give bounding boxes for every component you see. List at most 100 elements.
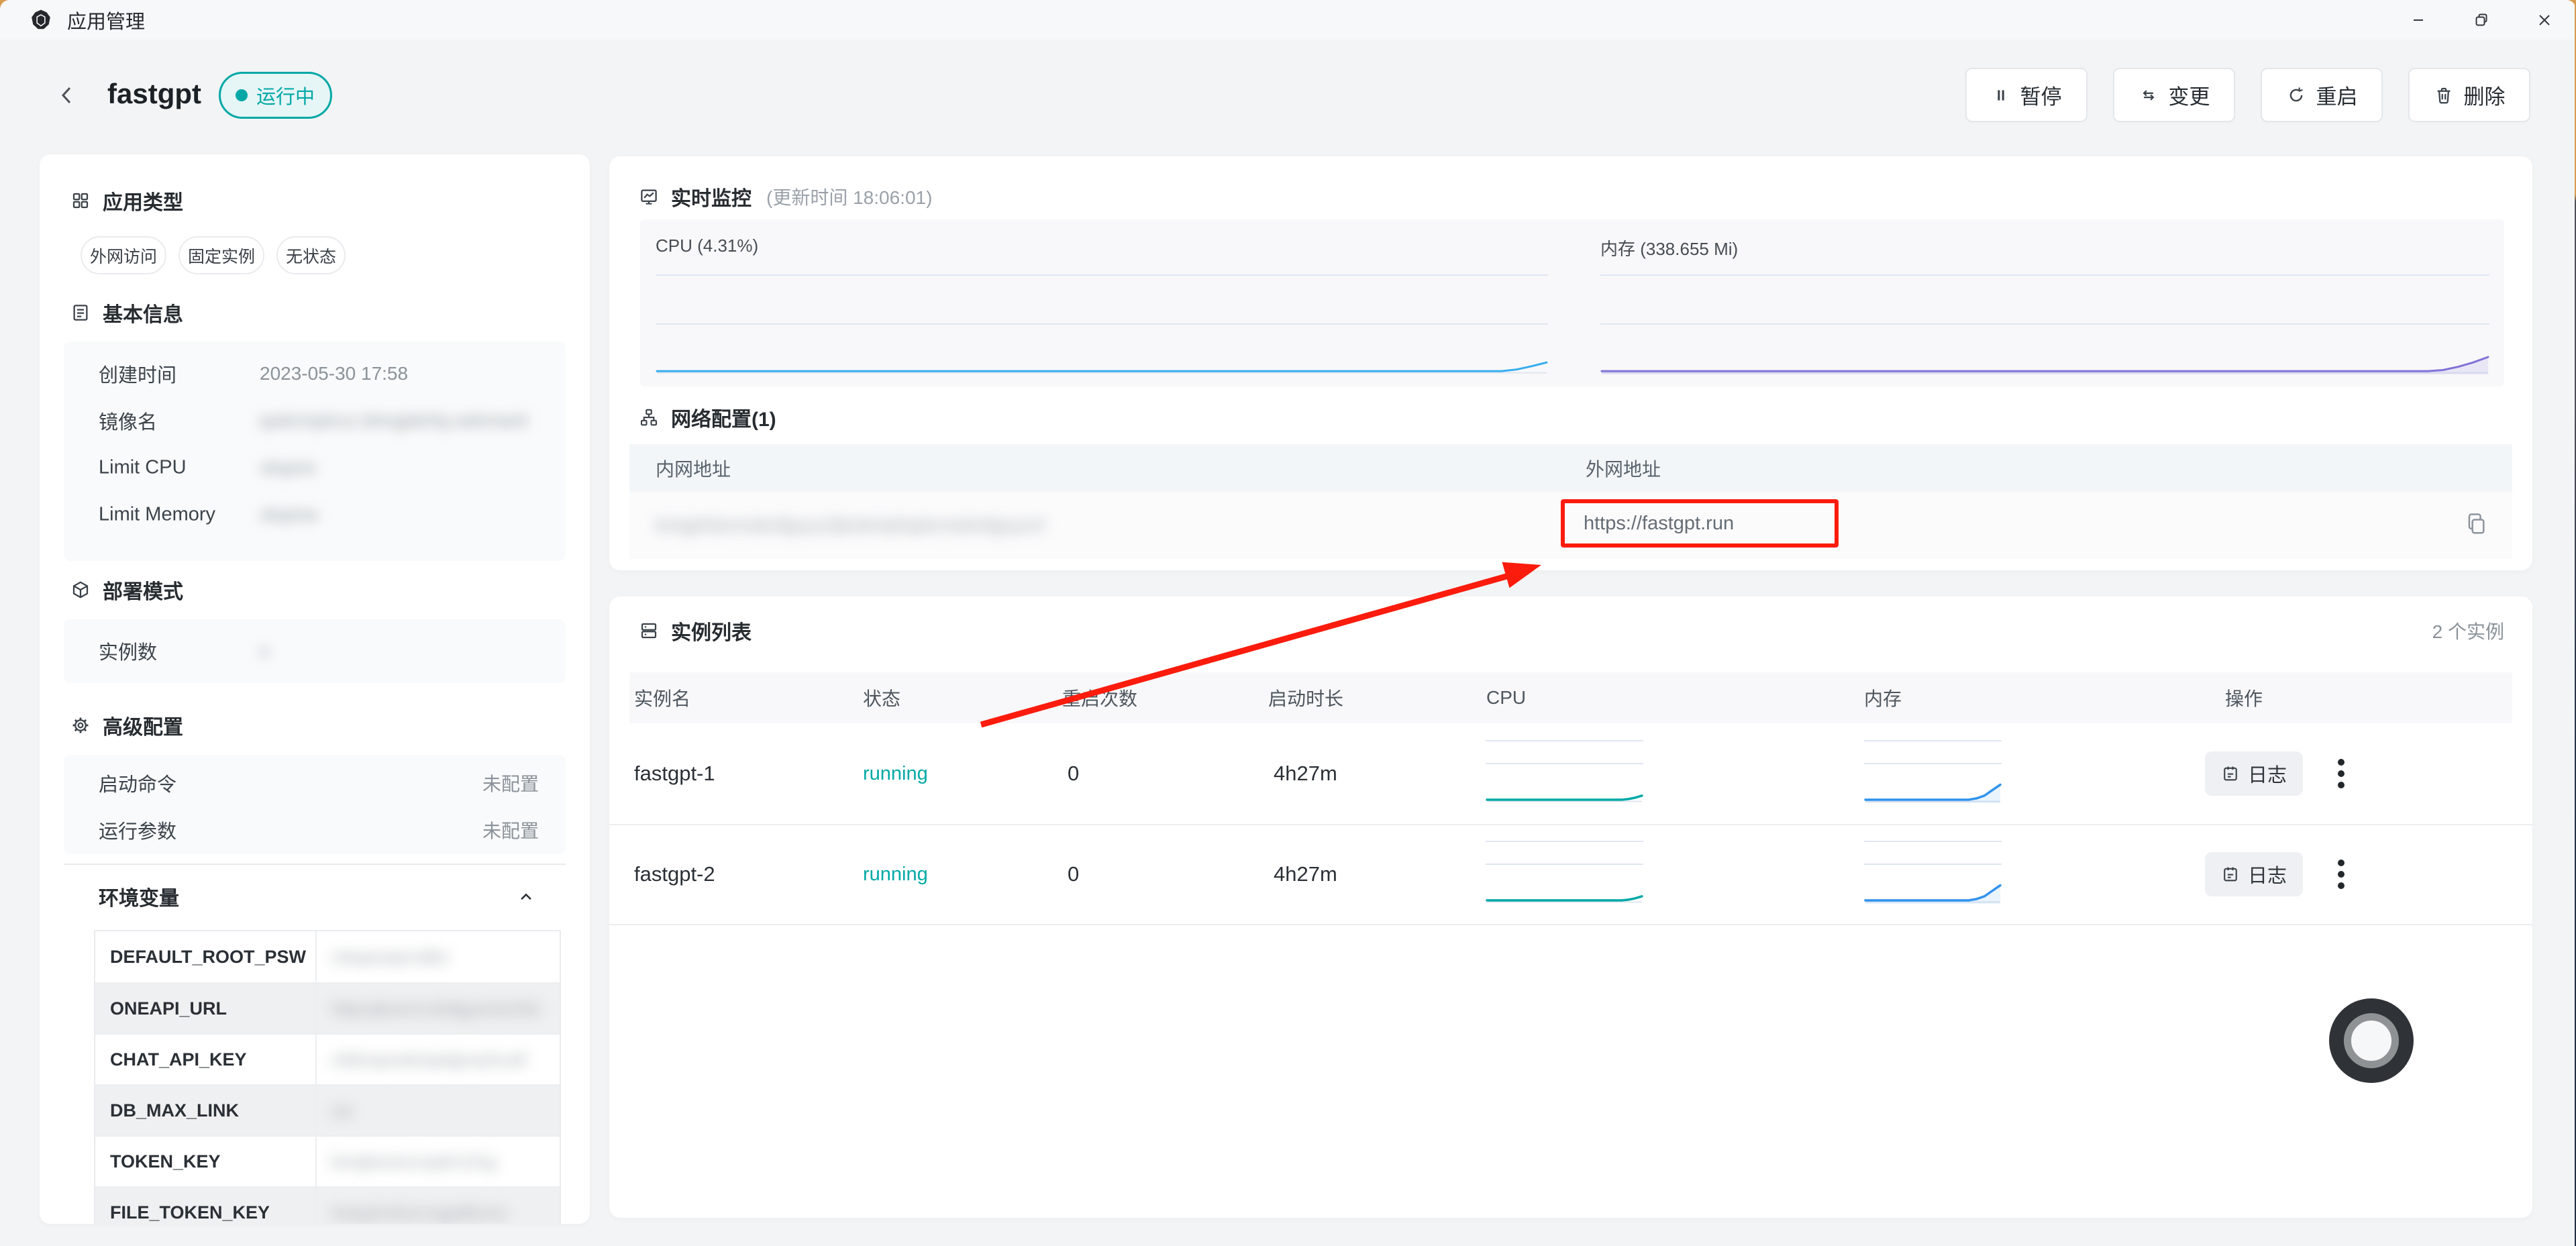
divider [609,924,2532,925]
instance-status: running [863,723,928,824]
log-icon [2221,764,2240,783]
env-key: DEFAULT_ROOT_PSW [95,931,317,982]
label-run-params: 运行参数 [99,816,176,844]
divider [64,864,566,865]
env-value-redacted: bmqkwzexrvpdn141g [331,1151,497,1172]
app-window-icon [30,9,52,32]
col-memory: 内存 [1864,672,1902,723]
close-button[interactable] [2513,0,2576,40]
annotation-red-box: https://fastgpt.run [1561,499,1839,548]
instance-uptime: 4h27m [1274,723,1337,824]
value-created-time: 2023-05-30 17:58 [260,363,408,384]
cpu-usage-chart [656,264,1548,376]
restart-icon [2286,85,2306,105]
instance-name: fastgpt-1 [634,723,715,824]
env-value-redacted: hwqykmbzxrvgpdlecns [331,1202,507,1223]
swap-icon [2139,85,2159,105]
section-instances: 实例列表 [639,619,752,643]
document-icon [70,303,91,323]
env-row: DEFAULT_ROOT_PSW mkqwzeprvdbn [95,931,560,982]
instance-cpu-chart [1486,733,1643,805]
app-detail-sidebar: 应用类型 外网访问 固定实例 无状态 基本信息 创建时间 2023-05-30 … [40,154,590,1224]
cpu-chart-label: CPU (4.31%) [656,236,758,256]
log-icon [2221,865,2240,884]
mem-chart-label: 内存 (338.655 Mi) [1600,236,1738,260]
monitor-card: 实时监控 (更新时间 18:06:01) CPU (4.31%) 内存 (338… [609,156,2532,570]
copy-icon[interactable] [2464,509,2489,537]
pause-button[interactable]: 暂停 [1965,68,2088,122]
instance-status: running [863,824,928,925]
network-icon [639,407,659,427]
env-value-redacted: mkqwzeprvdbn [331,947,449,968]
chevron-up-icon[interactable] [515,887,537,907]
instance-cpu-chart [1486,833,1643,906]
restore-button[interactable] [2450,0,2513,40]
section-title-network: 网络配置(1) [671,403,776,432]
window-title: 应用管理 [67,6,145,34]
grid-icon [70,191,91,211]
section-title-monitor: 实时监控 [671,182,752,211]
env-row: ONEAPI_URL httpxqkwmrvzbdgyeclsnfxb [95,982,560,1033]
instance-list-card: 实例列表 2 个实例 实例名 状态 重启次数 启动时长 CPU 内存 操作 fa… [609,596,2532,1218]
section-title-app-type: 应用类型 [103,186,183,215]
instance-restarts: 0 [1068,824,1079,925]
status-dot-icon [236,89,248,101]
label-limit-memory: Limit Memory [99,504,215,526]
env-key: TOKEN_KEY [95,1137,317,1186]
section-title-advanced: 高级配置 [103,711,183,740]
section-app-type: 应用类型 [70,189,183,213]
env-row: DB_MAX_LINK xw [95,1084,560,1135]
gear-icon [70,715,91,735]
value-limit-cpu: xkqore [260,457,316,478]
col-cpu: CPU [1486,672,1526,723]
tag-fixed-instance: 固定实例 [178,236,264,274]
log-button[interactable]: 日志 [2205,751,2303,796]
pause-label: 暂停 [2020,80,2062,110]
instance-mem-chart [1864,833,2002,906]
minimize-button[interactable] [2387,0,2450,40]
window-titlebar: 应用管理 [0,0,2576,40]
deploy-mode-panel: 实例数 x [64,619,566,683]
env-row: FILE_TOKEN_KEY hwqykmbzxrvgpdlecns [95,1186,560,1224]
env-key: ONEAPI_URL [95,984,317,1033]
label-created-time: 创建时间 [99,360,176,388]
value-limit-memory: xkqmw [260,504,318,525]
instance-table-header: 实例名 状态 重启次数 启动时长 CPU 内存 操作 [629,672,2512,723]
section-network: 网络配置(1) [639,405,776,429]
status-badge-label: 运行中 [256,81,315,109]
label-start-command: 启动命令 [99,769,176,797]
restart-button[interactable]: 重启 [2261,68,2383,122]
delete-label: 删除 [2464,80,2506,110]
internal-address-redacted: kmqphdxnrwbvltgsyzcfjeokmphqdxnrwbvltgsy… [656,515,1044,536]
col-external-address: 外网地址 [1586,455,1661,482]
change-button[interactable]: 变更 [2113,68,2235,122]
col-instance-name: 实例名 [634,672,690,723]
instance-restarts: 0 [1068,723,1079,824]
section-advanced: 高级配置 [70,713,183,737]
value-run-params: 未配置 [482,817,539,843]
delete-button[interactable]: 删除 [2408,68,2530,122]
more-actions-button[interactable] [2334,855,2349,894]
monitor-charts-panel: CPU (4.31%) 内存 (338.655 Mi) [640,219,2504,386]
list-icon [639,621,659,641]
tag-external-access: 外网访问 [81,236,166,274]
col-uptime: 启动时长 [1268,672,1343,723]
value-image-name: qwkrmplxvz.bhngtdcfsj.oekmard [260,410,527,431]
external-address-link[interactable]: https://fastgpt.run [1584,513,1734,535]
env-vars-header[interactable]: 环境变量 [99,884,179,908]
network-table-header: 内网地址 外网地址 [629,444,2512,492]
back-button[interactable] [51,79,83,111]
label-instance-count: 实例数 [99,637,157,665]
instance-uptime: 4h27m [1274,824,1337,925]
section-basic-info: 基本信息 [70,301,183,325]
instance-name: fastgpt-2 [634,824,715,925]
section-title-deploy-mode: 部署模式 [103,575,183,605]
restart-label: 重启 [2316,80,2358,110]
pause-icon [1992,86,2010,105]
log-button[interactable]: 日志 [2205,852,2303,896]
monitor-chart-icon [639,187,659,207]
env-row: TOKEN_KEY bmqkwzexrvpdn141g [95,1135,560,1186]
env-key: DB_MAX_LINK [95,1086,317,1135]
more-actions-button[interactable] [2334,754,2349,793]
section-deploy-mode: 部署模式 [70,578,183,602]
